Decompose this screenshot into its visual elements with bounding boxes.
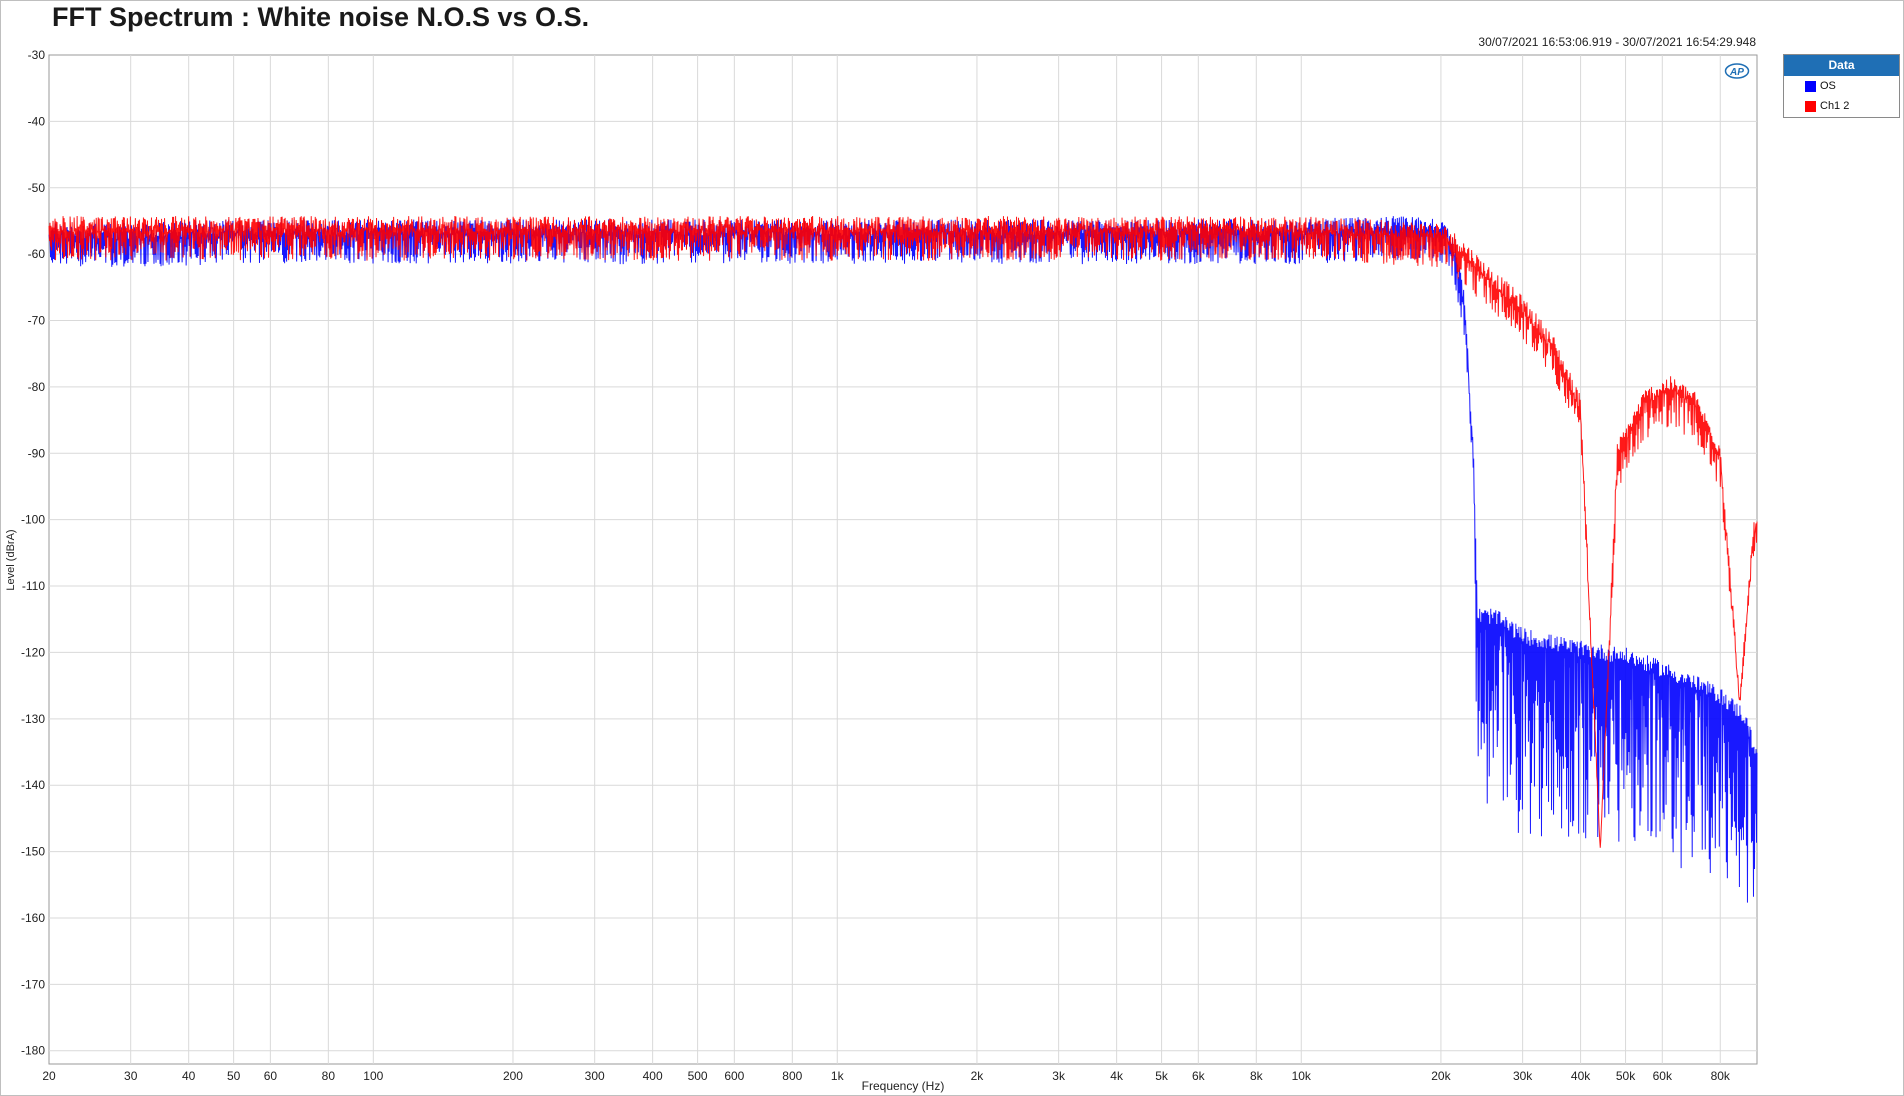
- x-tick-label: 20k: [1431, 1069, 1451, 1083]
- y-tick-label: -60: [28, 247, 46, 261]
- x-tick-label: 6k: [1192, 1069, 1206, 1083]
- x-tick-label: 30k: [1513, 1069, 1533, 1083]
- x-tick-label: 600: [724, 1069, 744, 1083]
- x-tick-label: 8k: [1250, 1069, 1264, 1083]
- x-tick-label: 40k: [1571, 1069, 1591, 1083]
- legend-item-os[interactable]: OS: [1784, 76, 1899, 96]
- y-tick-label: -110: [22, 579, 45, 593]
- y-tick-label: -30: [28, 48, 46, 62]
- x-tick-label: 100: [363, 1069, 383, 1083]
- y-tick-label: -100: [21, 513, 45, 527]
- x-tick-label: 60: [264, 1069, 278, 1083]
- plot-area: [48, 54, 1758, 1065]
- legend-label-os: OS: [1820, 80, 1836, 92]
- y-tick-label: -90: [28, 446, 46, 460]
- x-tick-label: 10k: [1292, 1069, 1312, 1083]
- y-tick-label: -80: [28, 380, 46, 394]
- x-tick-label: 300: [585, 1069, 605, 1083]
- y-tick-label: -40: [28, 114, 46, 128]
- y-tick-label: -70: [28, 314, 46, 328]
- y-tick-label: -130: [21, 712, 45, 726]
- y-tick-label: -180: [21, 1044, 45, 1058]
- x-tick-label: 200: [503, 1069, 523, 1083]
- x-tick-label: 60k: [1653, 1069, 1673, 1083]
- legend-item-ch1[interactable]: Ch1 2: [1784, 96, 1899, 116]
- chart-svg: 20 30 40 50 60 80 100 200 300 400 500 600 800 1k 2k 3k 4…: [5, 48, 1758, 1093]
- x-tick-label: 3k: [1052, 1069, 1066, 1083]
- x-tick-label: 20: [42, 1069, 56, 1083]
- x-tick-label: 400: [643, 1069, 663, 1083]
- legend-label-ch1: Ch1 2: [1820, 100, 1850, 112]
- legend-header: Data: [1784, 55, 1899, 76]
- y-tick-label: -120: [21, 645, 45, 659]
- y-axis-label: Level (dBrA): [5, 529, 17, 590]
- x-tick-label: 30: [124, 1069, 138, 1083]
- x-tick-label: 1k: [831, 1069, 845, 1083]
- x-tick-label: 5k: [1155, 1069, 1169, 1083]
- y-tick-labels: -30 -40 -50 -60 -70 -80 -90 -100 -110 -120 -130 -14…: [21, 48, 45, 1058]
- x-tick-label: 80: [322, 1069, 336, 1083]
- y-tick-label: -150: [21, 845, 45, 859]
- x-tick-label: 2k: [971, 1069, 985, 1083]
- x-tick-label: 50k: [1616, 1069, 1636, 1083]
- y-tick-label: -160: [21, 911, 45, 925]
- x-tick-label: 800: [782, 1069, 802, 1083]
- x-tick-label: 500: [688, 1069, 708, 1083]
- x-tick-label: 4k: [1110, 1069, 1124, 1083]
- x-tick-label: 80k: [1711, 1069, 1731, 1083]
- legend: Data OS Ch1 2: [1783, 54, 1900, 118]
- ap-logo-icon: AP: [1724, 63, 1750, 79]
- y-tick-label: -50: [28, 181, 46, 195]
- legend-swatch-ch1: [1805, 100, 1816, 112]
- y-tick-label: -170: [21, 977, 45, 991]
- y-tick-label: -140: [21, 778, 45, 792]
- ap-logo-text: AP: [1729, 67, 1744, 78]
- x-tick-label: 40: [182, 1069, 196, 1083]
- x-axis-label: Frequency (Hz): [862, 1079, 945, 1093]
- legend-swatch-os: [1805, 80, 1816, 92]
- x-tick-label: 50: [227, 1069, 241, 1083]
